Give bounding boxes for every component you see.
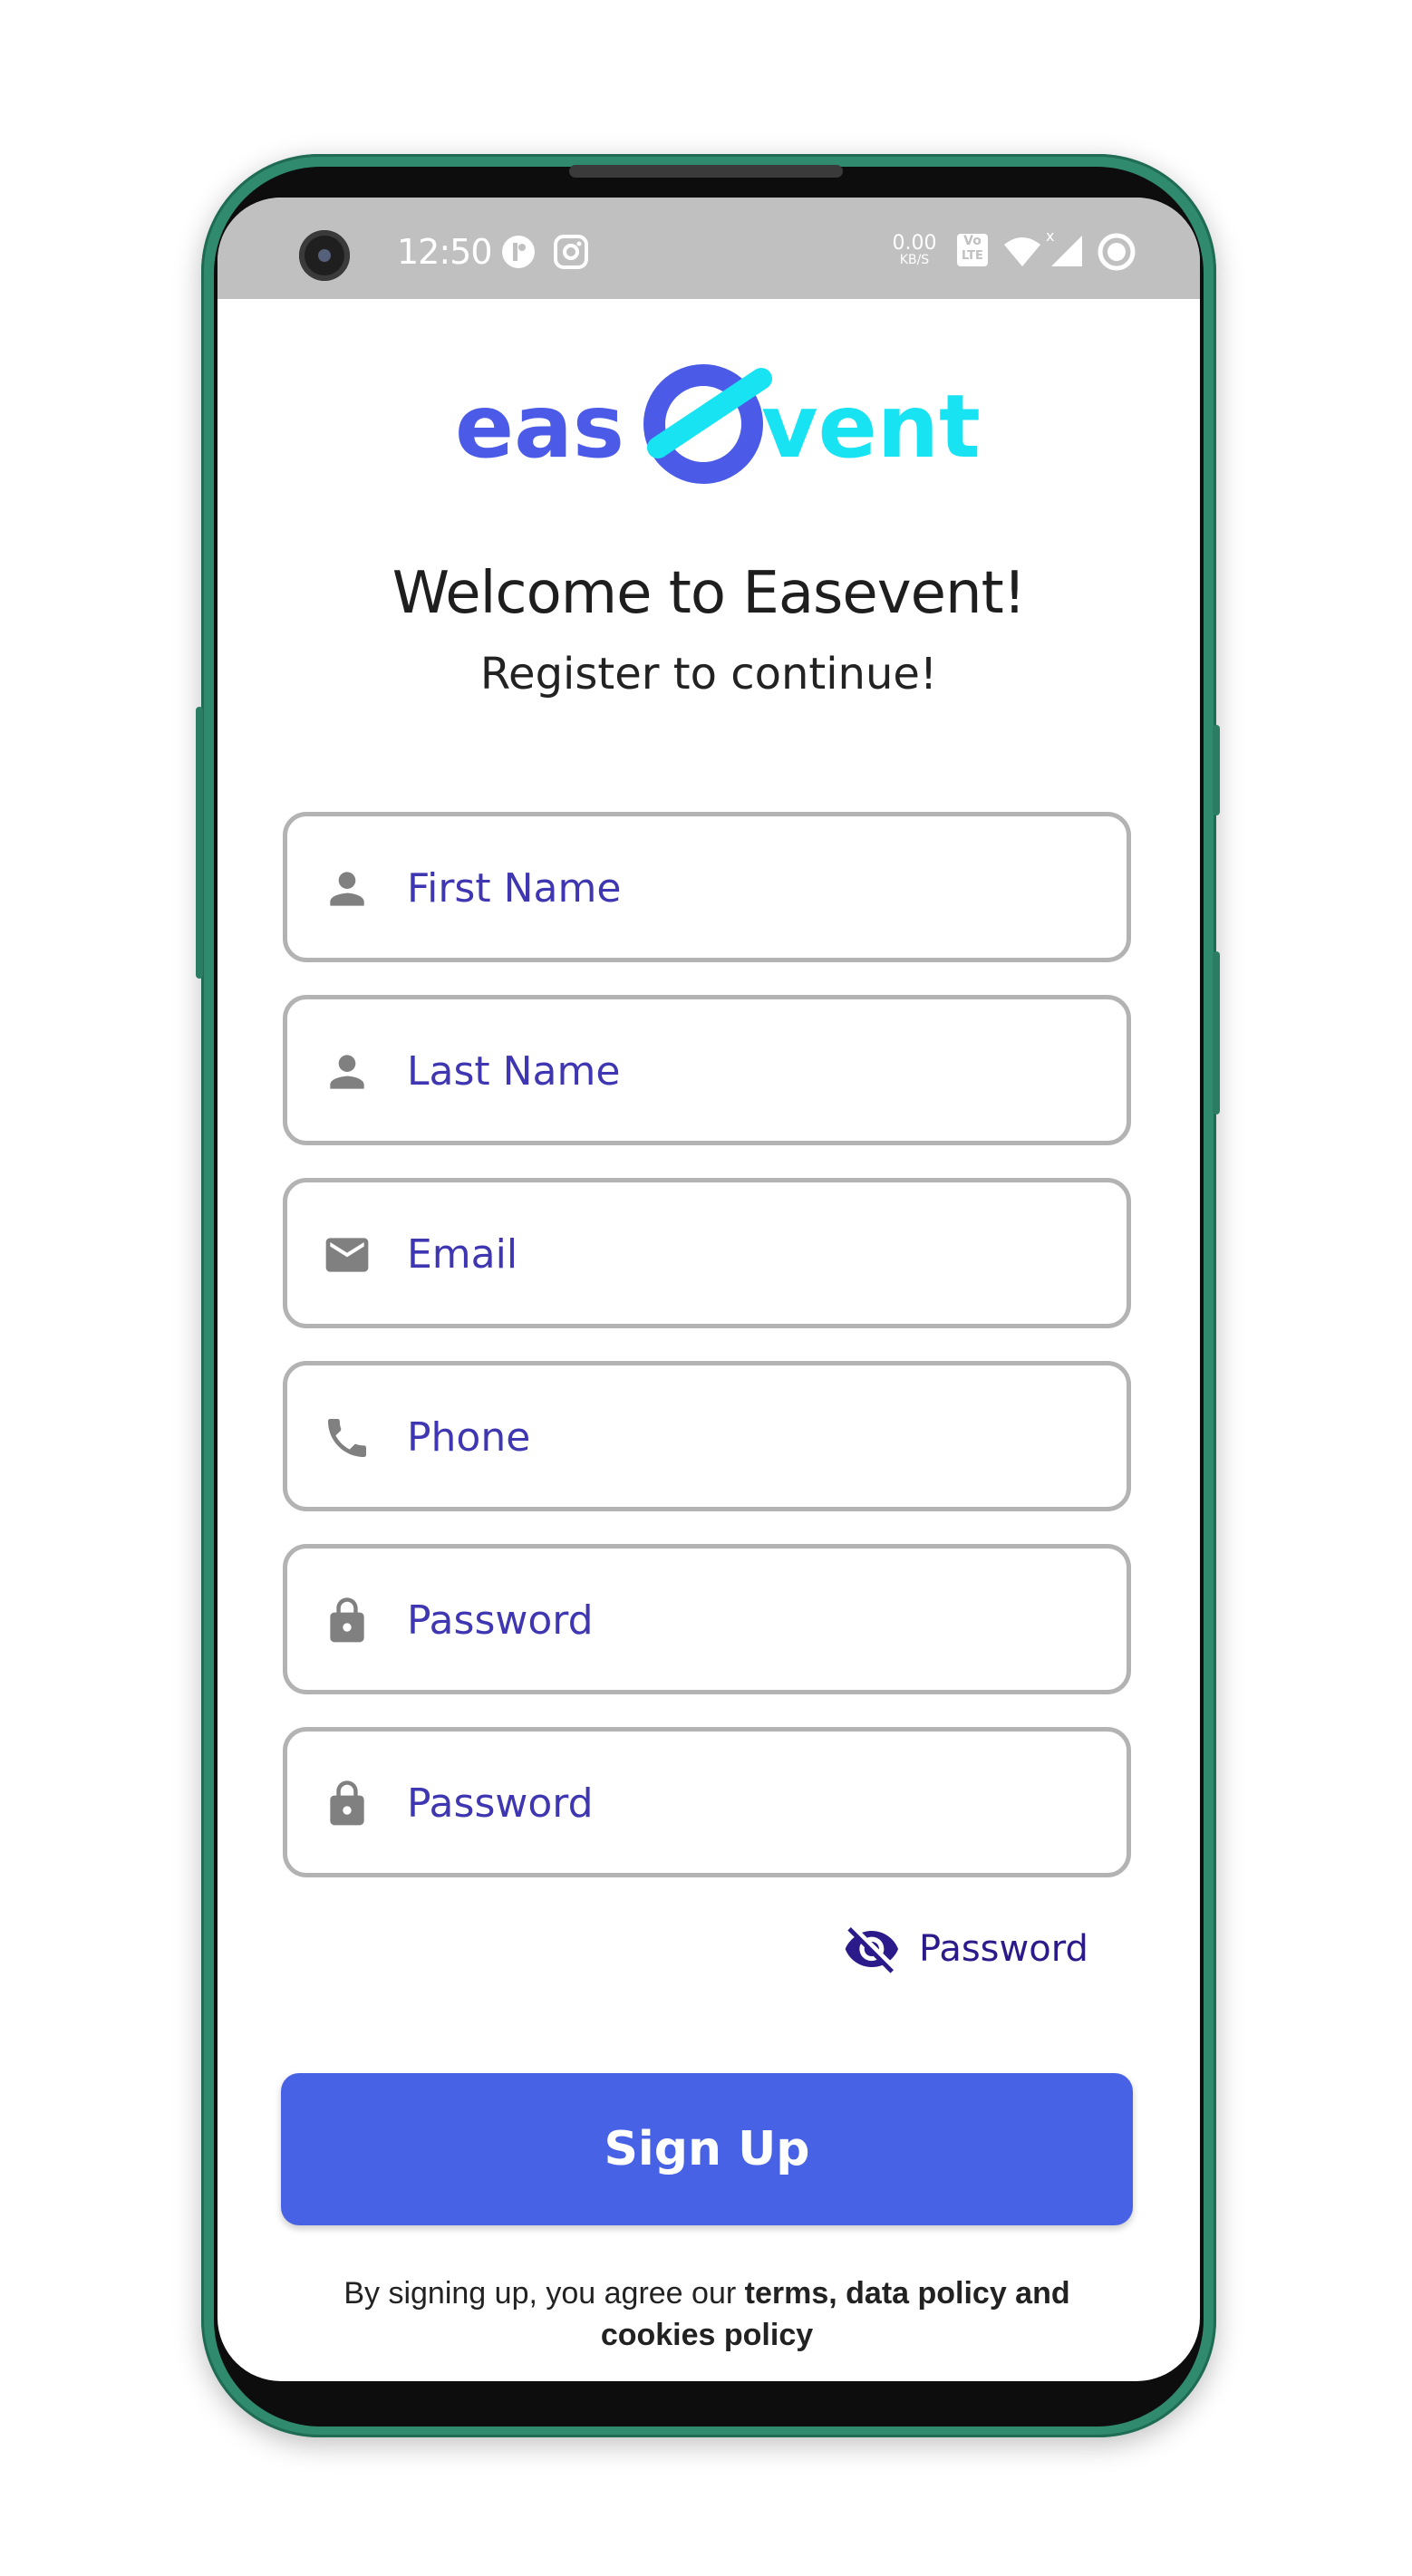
app-screen: 12:50 0.00 KB/S Vo LTE x eas vent Welcom… — [218, 198, 1200, 2381]
logo-e-mark — [643, 364, 772, 484]
legal-prefix: By signing up, you agree our — [343, 2276, 745, 2311]
status-time: 12:50 — [397, 232, 493, 272]
front-camera — [299, 230, 350, 281]
email-field[interactable] — [283, 1178, 1131, 1328]
earpiece-speaker — [569, 165, 843, 178]
logo-graphic: eas vent — [455, 364, 981, 484]
svg-text:x: x — [1046, 228, 1054, 245]
sign-up-button[interactable]: Sign Up — [281, 2073, 1133, 2225]
battery-ring-icon — [1098, 233, 1136, 271]
network-speed: 0.00 KB/S — [888, 232, 941, 267]
phone-input[interactable] — [405, 1393, 1098, 1481]
last-name-input[interactable] — [405, 1027, 1098, 1115]
legal-notice: By signing up, you agree our terms, data… — [326, 2272, 1088, 2356]
volte-icon: Vo LTE — [957, 234, 988, 266]
person-icon — [330, 1055, 364, 1089]
person-icon — [330, 872, 364, 906]
password-field[interactable] — [283, 1544, 1131, 1694]
page-title: Welcome to Easevent! — [392, 560, 1027, 627]
volte-top-text: Vo — [963, 234, 982, 248]
phone-field[interactable] — [283, 1361, 1131, 1511]
page-subtitle: Register to continue! — [479, 649, 938, 699]
side-button-right-top — [1213, 725, 1220, 815]
network-speed-value: 0.00 — [892, 232, 937, 255]
lock-icon — [330, 1780, 364, 1826]
app-notification-icon — [502, 236, 535, 268]
mail-icon — [325, 1238, 369, 1272]
last-name-field[interactable] — [283, 995, 1131, 1145]
first-name-input[interactable] — [405, 844, 1098, 932]
phone-icon — [328, 1419, 366, 1457]
side-button-left — [196, 707, 203, 979]
logo-text-right: vent — [761, 376, 981, 478]
email-input[interactable] — [405, 1210, 1098, 1298]
side-button-right-bottom — [1213, 951, 1220, 1114]
volte-bottom-text: LTE — [962, 249, 983, 263]
easevent-logo: eas vent — [218, 361, 1200, 497]
network-speed-unit: KB/S — [899, 253, 930, 267]
cellular-signal-icon: x — [1046, 228, 1082, 266]
password-input[interactable] — [405, 1576, 1098, 1664]
instagram-icon — [554, 235, 588, 269]
first-name-field[interactable] — [283, 812, 1131, 962]
logo-text-left: eas — [455, 376, 624, 478]
toggle-password-label: Password — [919, 1928, 1088, 1970]
lock-icon — [330, 1597, 364, 1643]
status-bar: 12:50 0.00 KB/S Vo LTE x — [218, 198, 1200, 299]
confirm-password-field[interactable] — [283, 1727, 1131, 1877]
confirm-password-input[interactable] — [405, 1759, 1098, 1848]
wifi-icon — [1004, 237, 1040, 266]
eye-off-icon — [845, 1927, 899, 1973]
toggle-password-visibility[interactable]: Password — [843, 1917, 1088, 1981]
